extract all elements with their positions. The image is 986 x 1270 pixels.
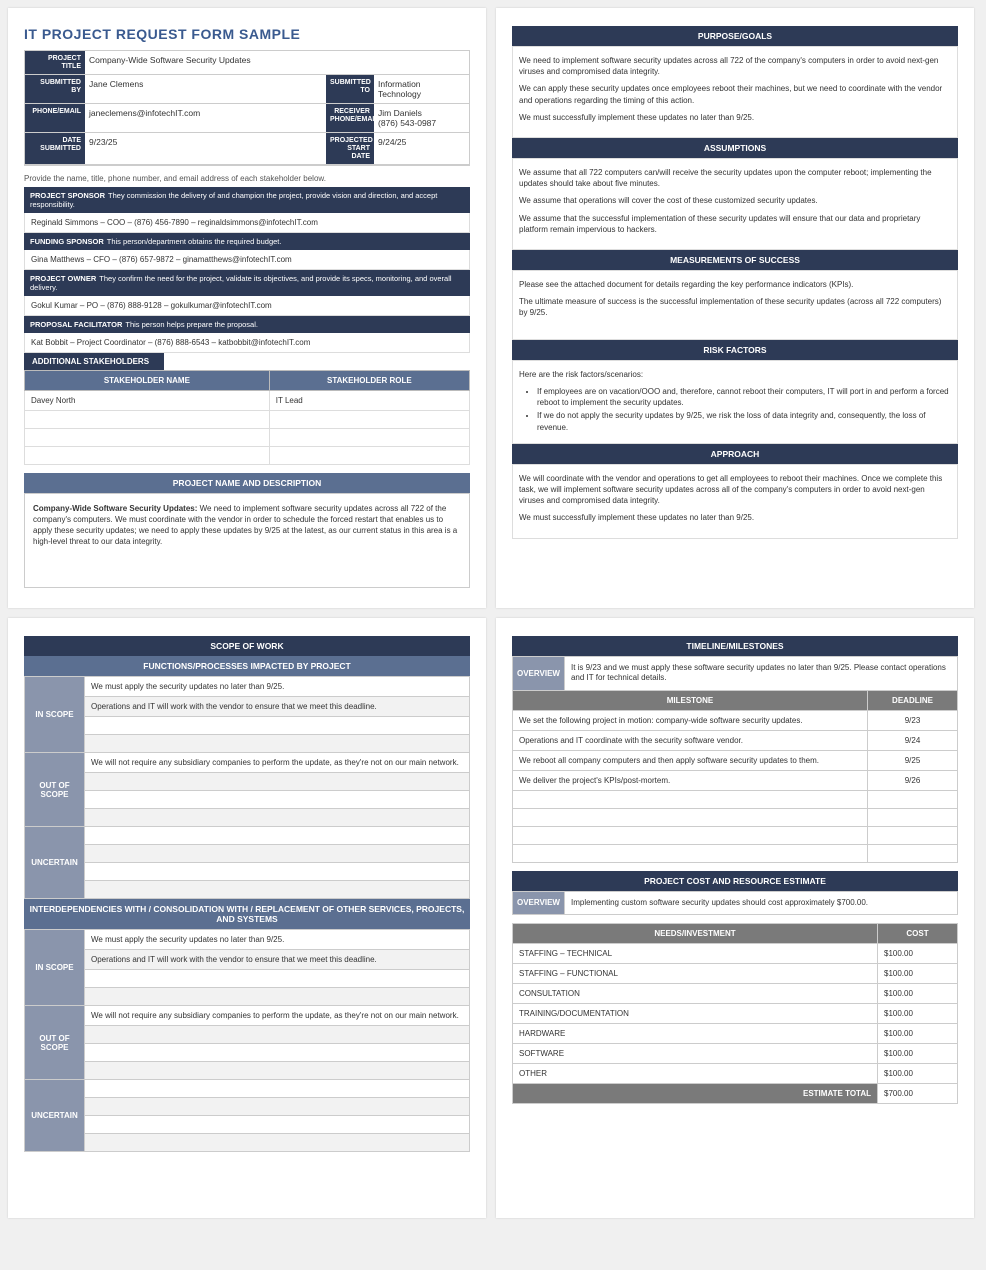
measurements-body: Please see the attached document for det… xyxy=(512,270,958,340)
bar-funding: FUNDING SPONSORThis person/department ob… xyxy=(24,233,470,250)
approach-body: We will coordinate with the vendor and o… xyxy=(512,464,958,539)
table-row xyxy=(513,844,958,862)
risk-body: Here are the risk factors/scenarios: If … xyxy=(512,360,958,444)
val-project-title: Company-Wide Software Security Updates xyxy=(85,51,469,75)
lbl-tm-overview: OVERVIEW xyxy=(513,657,565,691)
stakeholder-note: Provide the name, title, phone number, a… xyxy=(24,174,470,183)
val-submitted-by: Jane Clemens xyxy=(85,75,326,104)
purpose-body: We need to implement software security u… xyxy=(512,46,958,138)
col-deadline: DEADLINE xyxy=(868,690,958,710)
table-row xyxy=(513,790,958,808)
hdr-assumptions: ASSUMPTIONS xyxy=(512,138,958,158)
page-2: PURPOSE/GOALS We need to implement softw… xyxy=(496,8,974,608)
page-1: IT PROJECT REQUEST FORM SAMPLE PROJECT T… xyxy=(8,8,486,608)
assumptions-body: We assume that all 722 computers can/wil… xyxy=(512,158,958,250)
val-phone: janeclemens@infotechIT.com xyxy=(85,104,326,133)
col-cost: COST xyxy=(878,924,958,944)
row-sponsor: Reginald Simmons – COO – (876) 456-7890 … xyxy=(24,213,470,233)
lbl-submitted-to: SUBMITTED TO xyxy=(326,75,374,104)
scope-table-2: IN SCOPEWe must apply the security updat… xyxy=(24,929,470,1152)
table-row: HARDWARE$100.00 xyxy=(513,1024,958,1044)
hdr-measurements: MEASUREMENTS OF SUCCESS xyxy=(512,250,958,270)
hdr-scope: SCOPE OF WORK xyxy=(24,636,470,656)
val-proj-start: 9/24/25 xyxy=(374,133,469,165)
lbl-proj-start: PROJECTED START DATE xyxy=(326,133,374,165)
hdr-interdep: INTERDEPENDENCIES WITH / CONSOLIDATION W… xyxy=(24,899,470,929)
table-row: TRAINING/DOCUMENTATION$100.00 xyxy=(513,1004,958,1024)
lbl-date: DATE SUBMITTED xyxy=(25,133,85,165)
scope-table: IN SCOPEWe must apply the security updat… xyxy=(24,676,470,899)
page-3: SCOPE OF WORK FUNCTIONS/PROCESSES IMPACT… xyxy=(8,618,486,1218)
table-row xyxy=(513,826,958,844)
row-owner: Gokul Kumar – PO – (876) 888-9128 – goku… xyxy=(24,296,470,316)
val-estimate-total: $700.00 xyxy=(878,1084,958,1104)
row-funding: Gina Matthews – CFO – (876) 657-9872 – g… xyxy=(24,250,470,270)
table-row: We reboot all company computers and then… xyxy=(513,750,958,770)
table-row: SOFTWARE$100.00 xyxy=(513,1044,958,1064)
val-date: 9/23/25 xyxy=(85,133,326,165)
hdr-project-name-desc: PROJECT NAME AND DESCRIPTION xyxy=(24,473,470,493)
table-row xyxy=(25,429,470,447)
table-row: CONSULTATION$100.00 xyxy=(513,984,958,1004)
val-recv: Jim Daniels (876) 543-0987 xyxy=(374,104,469,133)
bar-additional-stakeholders: ADDITIONAL STAKEHOLDERS xyxy=(24,353,164,370)
col-sh-role: STAKEHOLDER ROLE xyxy=(269,371,469,391)
hdr-timeline: TIMELINE/MILESTONES xyxy=(512,636,958,656)
project-name-desc-box: Company-Wide Software Security Updates: … xyxy=(24,493,470,588)
hdr-purpose: PURPOSE/GOALS xyxy=(512,26,958,46)
hdr-risk: RISK FACTORS xyxy=(512,340,958,360)
lbl-out-scope: OUT OF SCOPE xyxy=(25,753,85,827)
stakeholder-table: STAKEHOLDER NAMESTAKEHOLDER ROLE Davey N… xyxy=(24,370,470,465)
lbl-submitted-by: SUBMITTED BY xyxy=(25,75,85,104)
table-row xyxy=(25,447,470,465)
col-sh-name: STAKEHOLDER NAME xyxy=(25,371,270,391)
bar-owner: PROJECT OWNERThey confirm the need for t… xyxy=(24,270,470,296)
col-milestone: MILESTONE xyxy=(513,690,868,710)
form-meta-grid: PROJECT TITLE Company-Wide Software Secu… xyxy=(24,50,470,166)
page-4: TIMELINE/MILESTONES OVERVIEWIt is 9/23 a… xyxy=(496,618,974,1218)
page-title: IT PROJECT REQUEST FORM SAMPLE xyxy=(24,26,470,42)
table-row xyxy=(513,808,958,826)
table-row xyxy=(25,411,470,429)
table-row: Operations and IT coordinate with the se… xyxy=(513,730,958,750)
table-row: STAFFING – TECHNICAL$100.00 xyxy=(513,944,958,964)
table-row: STAFFING – FUNCTIONAL$100.00 xyxy=(513,964,958,984)
lbl-estimate-total: ESTIMATE TOTAL xyxy=(513,1084,878,1104)
lbl-in-scope: IN SCOPE xyxy=(25,677,85,753)
cost-table: NEEDS/INVESTMENTCOST STAFFING – TECHNICA… xyxy=(512,923,958,1104)
table-row: We set the following project in motion: … xyxy=(513,710,958,730)
hdr-cost: PROJECT COST AND RESOURCE ESTIMATE xyxy=(512,871,958,891)
cost-overview: OVERVIEWImplementing custom software sec… xyxy=(512,891,958,915)
col-needs: NEEDS/INVESTMENT xyxy=(513,924,878,944)
lbl-cost-overview: OVERVIEW xyxy=(513,891,565,914)
timeline-table: OVERVIEWIt is 9/23 and we must apply the… xyxy=(512,656,958,863)
bar-facilitator: PROPOSAL FACILITATORThis person helps pr… xyxy=(24,316,470,333)
row-facilitator: Kat Bobbit – Project Coordinator – (876)… xyxy=(24,333,470,353)
tm-overview-text: It is 9/23 and we must apply these softw… xyxy=(564,657,957,691)
lbl-phone: PHONE/EMAIL xyxy=(25,104,85,133)
lbl-uncertain: UNCERTAIN xyxy=(25,827,85,899)
lbl-project-title: PROJECT TITLE xyxy=(25,51,85,75)
lbl-recv: RECEIVER PHONE/EMAIL xyxy=(326,104,374,133)
bar-sponsor: PROJECT SPONSORThey commission the deliv… xyxy=(24,187,470,213)
val-submitted-to: Information Technology xyxy=(374,75,469,104)
hdr-scope-sub: FUNCTIONS/PROCESSES IMPACTED BY PROJECT xyxy=(24,656,470,676)
hdr-approach: APPROACH xyxy=(512,444,958,464)
table-row: Davey NorthIT Lead xyxy=(25,391,470,411)
cost-overview-text: Implementing custom software security up… xyxy=(564,891,957,914)
table-row: We deliver the project's KPIs/post-morte… xyxy=(513,770,958,790)
table-row: OTHER$100.00 xyxy=(513,1064,958,1084)
